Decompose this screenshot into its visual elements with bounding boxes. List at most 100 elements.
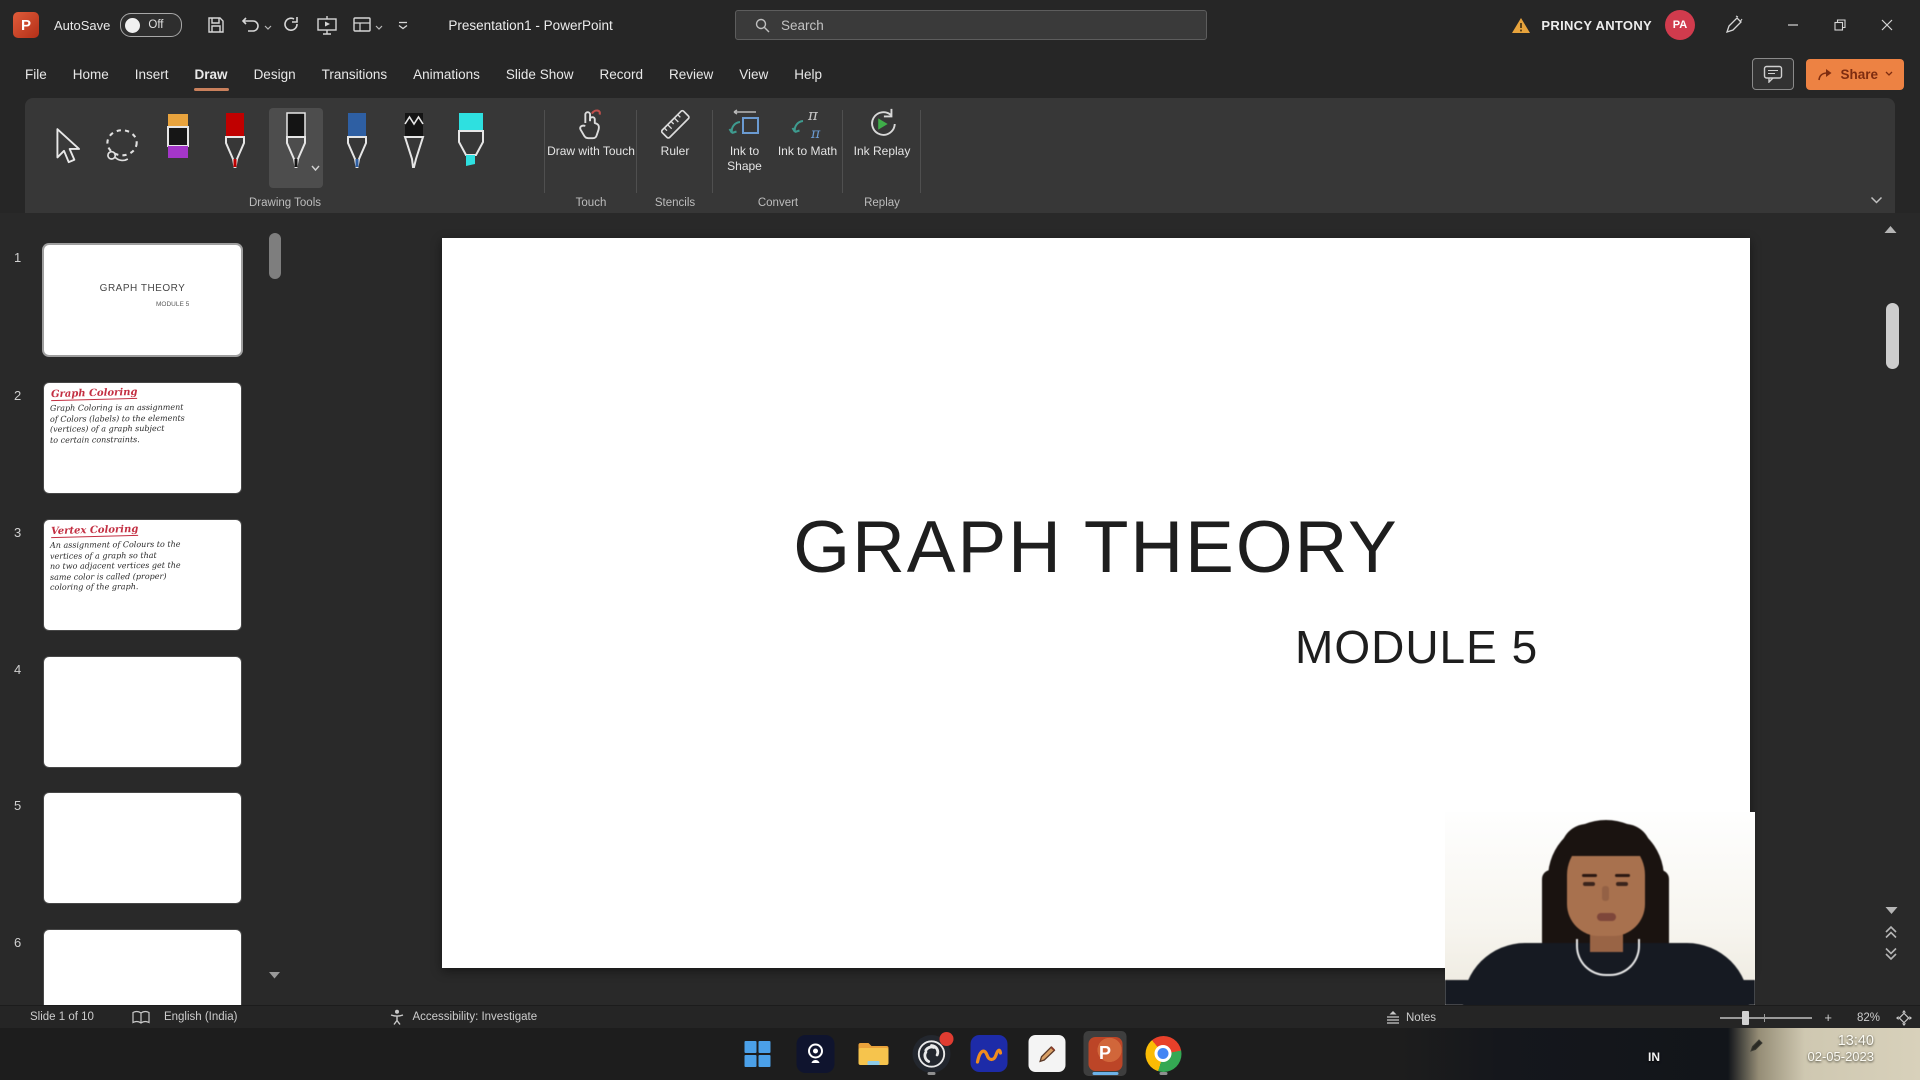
select-cursor-tool[interactable]: [41, 108, 87, 188]
highlighter-cyan-tool[interactable]: [448, 108, 494, 188]
camera-app-button[interactable]: [794, 1031, 837, 1076]
zoom-in-button[interactable]: +: [1824, 1010, 1832, 1025]
tab-draw[interactable]: Draw: [182, 50, 241, 98]
redo-button[interactable]: [277, 10, 307, 40]
tab-record[interactable]: Record: [586, 50, 656, 98]
powerpoint-taskbar-button[interactable]: P: [1084, 1031, 1127, 1076]
ink-to-math-icon: ππ: [789, 107, 827, 141]
undo-dropdown-chevron-icon[interactable]: [264, 25, 272, 31]
pen-blue-tool[interactable]: [334, 108, 380, 188]
tab-design[interactable]: Design: [241, 50, 309, 98]
tray-pen-icon[interactable]: [1748, 1038, 1764, 1054]
share-dropdown-chevron-icon: [1885, 71, 1893, 77]
tab-slide-show[interactable]: Slide Show: [493, 50, 587, 98]
file-explorer-button[interactable]: [852, 1031, 895, 1076]
slide-thumbnail-6[interactable]: [44, 930, 241, 1005]
scroll-down-icon[interactable]: [1885, 906, 1898, 915]
group-touch: Draw with Touch Touch: [545, 98, 637, 213]
pen-black-tool[interactable]: [269, 108, 323, 188]
previous-slide-button[interactable]: [1884, 925, 1898, 939]
account-name[interactable]: PRINCY ANTONY: [1541, 18, 1652, 33]
eraser-icon: [161, 111, 195, 175]
notes-button[interactable]: Notes: [1385, 1006, 1436, 1029]
whiteboard-icon: [1029, 1035, 1066, 1072]
active-app-indicator: [1092, 1072, 1118, 1075]
new-slide-dropdown-chevron-icon[interactable]: [375, 25, 383, 31]
avatar[interactable]: PA: [1665, 10, 1695, 40]
search-icon: [754, 17, 770, 33]
chrome-button[interactable]: [1142, 1031, 1185, 1076]
save-button[interactable]: [201, 10, 231, 40]
slide-thumbnail-2[interactable]: Graph Coloring Graph Coloring is an assi…: [44, 383, 241, 493]
slide-number: 2: [14, 388, 21, 403]
language-status[interactable]: English (India): [164, 1011, 238, 1023]
spellcheck-book-icon[interactable]: [132, 1010, 150, 1025]
tab-insert[interactable]: Insert: [122, 50, 182, 98]
ribbon-spacer: [921, 98, 1895, 213]
zoom-slider[interactable]: [1720, 1017, 1812, 1019]
new-slide-button[interactable]: [347, 10, 377, 40]
more-commands-icon: [397, 19, 409, 31]
pen-black-icon: [279, 111, 313, 175]
close-button[interactable]: [1863, 0, 1910, 50]
redo-icon: [282, 15, 302, 35]
share-button[interactable]: Share: [1806, 59, 1904, 90]
restore-button[interactable]: [1816, 0, 1863, 50]
group-label-touch: Touch: [545, 197, 637, 209]
ink-to-math-label: Ink to Math: [778, 144, 837, 159]
tab-file[interactable]: File: [12, 50, 60, 98]
thumbnail-panel-scroll-down-icon[interactable]: [268, 971, 281, 979]
minimize-button[interactable]: [1769, 0, 1816, 50]
inking-pen-button[interactable]: [1723, 14, 1745, 36]
autosave-toggle[interactable]: Off: [120, 13, 182, 37]
slide-area-scrollbar[interactable]: [1886, 303, 1899, 369]
audio-app-button[interactable]: [968, 1031, 1011, 1076]
start-button[interactable]: [736, 1031, 779, 1076]
zoom-slider-handle[interactable]: [1742, 1011, 1749, 1025]
status-bar: Slide 1 of 10 English (India) Accessibil…: [0, 1005, 1920, 1028]
tab-transitions[interactable]: Transitions: [309, 50, 401, 98]
thumb2-heading: Graph Coloring: [51, 387, 138, 401]
ruler-button[interactable]: Ruler: [637, 98, 713, 159]
zoom-level[interactable]: 82%: [1846, 1012, 1880, 1024]
obs-studio-button[interactable]: [910, 1031, 953, 1076]
ink-replay-label: Ink Replay: [854, 144, 911, 159]
fit-slide-button[interactable]: [1896, 1010, 1912, 1026]
tab-view[interactable]: View: [726, 50, 781, 98]
lasso-select-tool[interactable]: [98, 108, 144, 188]
taskbar-clock[interactable]: 13:40 02-05-2023: [1808, 1033, 1875, 1065]
comments-button[interactable]: [1752, 58, 1794, 90]
next-slide-button[interactable]: [1884, 947, 1898, 961]
slide-thumbnail-4[interactable]: [44, 657, 241, 767]
tab-home[interactable]: Home: [60, 50, 122, 98]
taskbar-language-indicator[interactable]: IN: [1648, 1050, 1660, 1064]
slide-thumbnail-3[interactable]: Vertex Coloring An assignment of Colours…: [44, 520, 241, 630]
eraser-tool[interactable]: [155, 108, 201, 188]
ink-to-math-button[interactable]: ππ Ink to Math: [776, 98, 839, 213]
pen-red-tool[interactable]: [212, 108, 258, 188]
accessibility-status[interactable]: Accessibility: Investigate: [412, 1011, 537, 1023]
scroll-up-icon[interactable]: [1884, 225, 1897, 234]
slide-thumbnail-1[interactable]: GRAPH THEORY MODULE 5: [44, 245, 241, 355]
whiteboard-app-button[interactable]: [1026, 1031, 1069, 1076]
notes-label: Notes: [1406, 1012, 1436, 1024]
tab-review[interactable]: Review: [656, 50, 726, 98]
tab-help[interactable]: Help: [781, 50, 835, 98]
draw-with-touch-button[interactable]: Draw with Touch: [545, 98, 637, 159]
tab-animations[interactable]: Animations: [400, 50, 493, 98]
undo-button[interactable]: [236, 10, 266, 40]
ink-replay-button[interactable]: Ink Replay: [843, 98, 921, 159]
pen-options-chevron-icon[interactable]: [311, 165, 320, 172]
start-slideshow-button[interactable]: [312, 10, 342, 40]
warning-icon[interactable]: [1511, 17, 1531, 34]
collapse-ribbon-button[interactable]: [1870, 196, 1883, 205]
comment-icon: [1763, 65, 1783, 83]
slide-thumbnail-5[interactable]: [44, 793, 241, 903]
ink-to-shape-button[interactable]: Ink to Shape: [713, 98, 776, 213]
presenter-webcam-overlay[interactable]: [1445, 812, 1755, 1005]
thumbnail-panel-scrollbar[interactable]: [269, 233, 281, 279]
pencil-black-tool[interactable]: [391, 108, 437, 188]
search-input[interactable]: Search: [735, 10, 1207, 40]
slide-number: 1: [14, 250, 21, 265]
customize-quick-access-button[interactable]: [388, 10, 418, 40]
